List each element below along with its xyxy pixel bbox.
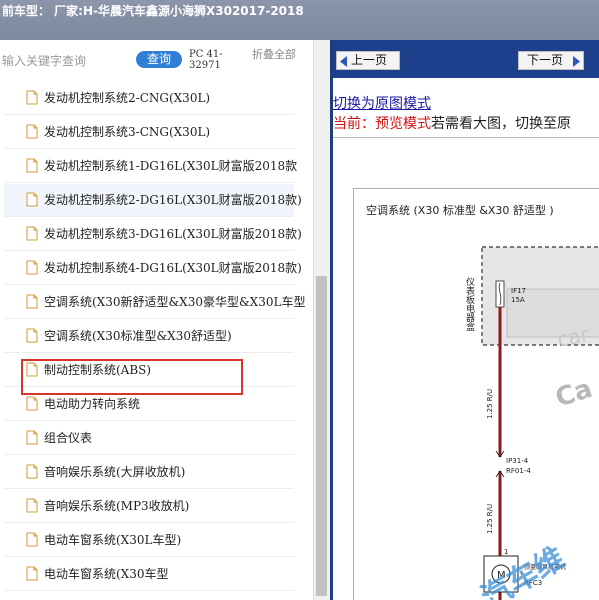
document-icon [26,260,38,279]
tree-item-label: 发动机控制系统2-DG16L(X30L财富版2018款) [44,193,302,207]
tree-item[interactable]: 发动机控制系统4-DG16L(X30L财富版2018款) [4,252,302,285]
panel-label: 仪表板电器盒 [464,277,475,331]
search-bar: 查询 PC 41-32971 折叠全部 [0,40,330,82]
tree-item-label: 发动机控制系统1-DG16L(X30L财富版2018款 [44,159,298,173]
left-tree-panel: 查询 PC 41-32971 折叠全部 发动机控制系统2-CNG(X30L) 发… [0,40,330,600]
document-icon [26,566,38,585]
triangle-left-icon [340,55,348,72]
prev-page-label: 上一页 [351,53,388,67]
document-icon [26,328,38,347]
tree-item[interactable]: 空调系统(X30新舒适型&X30豪华型&X30L车型 [4,286,305,319]
tree-item-label: 发动机控制系统4-DG16L(X30L财富版2018款) [44,261,302,275]
tree-item[interactable]: 制动控制系统(ABS) [4,354,294,387]
document-icon [26,396,38,415]
wiring-diagram-graphic: 仪表板电器盒 IF17 15A 1.25 R/U IP31-4 RF01-4 1… [464,246,599,600]
preview-separator [333,137,599,138]
wire2-spec: 1.25 R/U [486,504,494,534]
document-icon [26,90,38,109]
tree-item[interactable]: 发动机控制系统2-CNG(X30L) [4,82,294,115]
tree-scrollbar[interactable] [313,40,330,600]
tree-item-hovered[interactable]: 发动机控制系统2-DG16L(X30L财富版2018款) [4,184,302,217]
fuse-rating: 15A [511,296,525,304]
document-icon [26,226,38,245]
tree-item-selected[interactable]: 空调系统(X30标准型&X30舒适型) [4,320,294,353]
query-button[interactable]: 查询 [136,51,182,68]
tree-item-label: 电动车窗系统(X30L车型) [44,533,182,547]
search-input[interactable] [2,50,130,72]
tree-item-label: 电动助力转向系统 [44,397,141,411]
tree-item[interactable]: 组合仪表 [4,422,294,455]
tree-item[interactable]: 音响娱乐系统(MP3收放机) [4,490,294,523]
diagram-viewer: 上一页 下一页 切换为原图模式 当前：预览模式若需看大图，切换至原 空调系统 (… [333,40,599,600]
wiring-diagram[interactable]: 空调系统 (X30 标准型 &X30 舒适型 ) 仪表板电器盒 IF17 15A… [353,188,599,600]
tree-item-label: 发动机控制系统2-CNG(X30L) [44,91,211,105]
next-page-button[interactable]: 下一页 [518,51,584,70]
tree-item[interactable]: 电动车窗系统(X30车型 [4,558,294,591]
document-icon [26,294,38,313]
page-nav-bar: 上一页 下一页 [333,40,599,78]
document-icon [26,498,38,517]
document-icon [26,362,38,381]
collapse-all-link[interactable]: 折叠全部 [252,49,302,60]
document-icon [26,158,38,177]
tree-item-label: 制动控制系统(ABS) [44,363,152,377]
tree-item-label: 组合仪表 [44,431,93,445]
triangle-right-icon [572,55,580,72]
tree-item[interactable]: 发动机控制系统3-DG16L(X30L财富版2018款) [4,218,302,251]
document-icon [26,430,38,449]
mode-hint: 若需看大图，切换至原 [431,116,571,132]
tree-item-label: 音响娱乐系统(MP3收放机) [44,499,190,513]
fuse-id: IF17 [511,287,526,295]
current-mode-prefix: 当前： [333,116,375,132]
document-icon [26,532,38,551]
switch-original-mode-link[interactable]: 切换为原图模式 [333,93,431,113]
tree-item[interactable]: 电动助力转向系统 [4,388,294,421]
connector1-label: IP31-4 [506,457,529,465]
tree-item[interactable]: 发动机控制系统3-CNG(X30L) [4,116,294,149]
tree-item[interactable]: 音响娱乐系统(大屏收放机) [4,456,294,489]
connector2-label: RF01-4 [506,467,531,475]
tree-item[interactable]: 发动机控制系统1-DG16L(X30L财富版2018款 [4,150,298,183]
pin-number: 1 [504,548,508,556]
tree-item-label: 空调系统(X30新舒适型&X30豪华型&X30L车型 [44,295,306,309]
tree-item-label: 空调系统(X30标准型&X30舒适型) [44,329,232,343]
pc-code-label: PC 41-32971 [189,49,223,71]
current-mode-line: 当前：预览模式若需看大图，切换至原 [333,113,571,133]
scrollbar-thumb[interactable] [316,276,327,596]
tree-item-label: 发动机控制系统3-DG16L(X30L财富版2018款) [44,227,302,241]
current-mode-value: 预览模式 [375,116,431,132]
next-page-label: 下一页 [527,53,564,67]
tree-item-label: 发动机控制系统3-CNG(X30L) [44,125,211,139]
tree-item[interactable]: 电动车窗系统(X30L车型) [4,524,294,557]
prev-page-button[interactable]: 上一页 [336,51,400,70]
window-title: 前车型： 厂家:H-华晨汽车鑫源小海狮X302017-2018 [0,0,599,40]
wire1-spec: 1.25 R/U [486,389,494,419]
tree-item-label: 音响娱乐系统(大屏收放机) [44,465,186,479]
document-icon [26,464,38,483]
document-icon [26,192,38,211]
tree-item-label: 电动车窗系统(X30车型 [44,567,169,581]
watermark-ca: Ca [552,374,596,414]
document-icon [26,124,38,143]
